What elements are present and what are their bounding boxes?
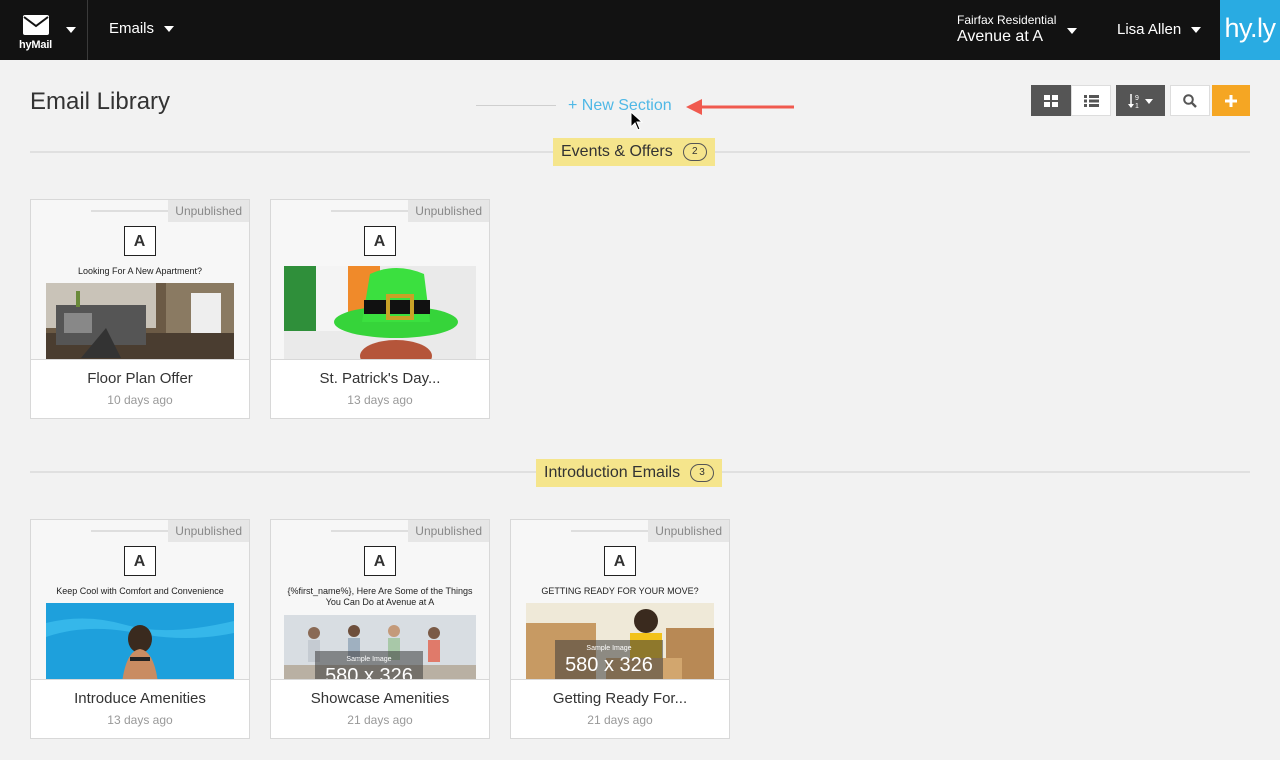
brand-logo[interactable]: hy.ly: [1220, 0, 1280, 60]
email-headline: {%first_name%}, Here Are Some of the Thi…: [287, 586, 473, 607]
card-date: 21 days ago: [347, 713, 413, 727]
chevron-down-icon: [1067, 28, 1077, 34]
search-button[interactable]: [1170, 85, 1210, 116]
email-headline: Keep Cool with Comfort and Convenience: [56, 586, 224, 596]
user-menu[interactable]: Lisa Allen: [1117, 21, 1202, 38]
email-thumbnail: A GETTING READY FOR YOUR MOVE? Sample Im…: [511, 520, 729, 680]
status-badge: Unpublished: [168, 200, 249, 222]
email-card[interactable]: A GETTING READY FOR YOUR MOVE? Sample Im…: [510, 519, 730, 739]
avenue-a-logo: A: [364, 226, 396, 256]
email-headline: GETTING READY FOR YOUR MOVE?: [541, 586, 699, 596]
property-name: Avenue at A: [957, 28, 1043, 45]
svg-text:1: 1: [1135, 103, 1139, 109]
sample-image-label: Sample Image: [586, 645, 632, 652]
card-date: 13 days ago: [347, 393, 413, 407]
card-date: 13 days ago: [107, 713, 173, 727]
add-email-button[interactable]: [1212, 85, 1250, 116]
avenue-a-logo: A: [124, 226, 156, 256]
status-badge: Unpublished: [168, 520, 249, 542]
email-thumbnail: A: [271, 200, 489, 360]
plus-icon: [1225, 94, 1237, 107]
emails-menu[interactable]: Emails: [109, 20, 175, 37]
emails-menu-label: Emails: [109, 20, 155, 37]
leprechaun-hat-image: [284, 266, 476, 359]
property-selector[interactable]: Fairfax Residential Avenue at A: [957, 13, 1077, 46]
grid-view-button[interactable]: [1031, 85, 1071, 116]
org-name: Fairfax Residential: [957, 13, 1057, 27]
sort-button[interactable]: 9 1: [1116, 85, 1165, 116]
avenue-a-logo: A: [604, 546, 636, 576]
section-name: Introduction Emails: [544, 464, 681, 481]
chevron-down-icon: [1191, 27, 1202, 34]
section-header[interactable]: Introduction Emails 3: [536, 459, 723, 487]
status-badge: Unpublished: [408, 200, 489, 222]
card-date: 10 days ago: [107, 393, 173, 407]
status-badge: Unpublished: [648, 520, 729, 542]
card-title: Floor Plan Offer: [87, 370, 193, 387]
avenue-a-logo: A: [124, 546, 156, 576]
email-thumbnail: A Looking For A New Apartment?: [31, 200, 249, 360]
card-title: Showcase Amenities: [310, 690, 450, 707]
list-view-icon: [1083, 94, 1099, 107]
mail-icon: [23, 15, 49, 35]
email-thumbnail: A {%first_name%}, Here Are Some of the T…: [271, 520, 489, 680]
chevron-down-icon: [164, 26, 175, 33]
section-count-badge: 2: [682, 143, 707, 161]
mouse-cursor-icon: [630, 111, 644, 131]
sample-image-size: 580 x 326: [325, 665, 413, 680]
new-section-button[interactable]: + New Section: [568, 97, 672, 115]
email-headline: Looking For A New Apartment?: [77, 266, 203, 276]
sample-image-placeholder: Sample Image 580 x 326: [555, 640, 663, 679]
email-card[interactable]: A Keep Cool with Comfort and Convenience…: [30, 519, 250, 739]
section-count-badge: 3: [690, 464, 715, 482]
top-navbar: hyMail Emails Fairfax Residential Avenue…: [0, 0, 1280, 60]
avenue-a-logo: A: [364, 546, 396, 576]
sort-numeric-icon: 9 1: [1127, 93, 1153, 109]
card-title: St. Patrick's Day...: [319, 370, 441, 387]
section-header[interactable]: Events & Offers 2: [553, 138, 715, 166]
pool-image: [46, 603, 234, 679]
svg-text:9: 9: [1135, 95, 1139, 102]
email-card[interactable]: A Unpublished St. Patrick's Day... 13 da…: [270, 199, 490, 419]
sample-image-placeholder: Sample Image 580 x 326: [315, 651, 423, 680]
sample-image-label: Sample Image: [346, 656, 392, 663]
user-name: Lisa Allen: [1117, 21, 1182, 38]
grid-view-icon: [1044, 94, 1058, 107]
annotation-arrow-icon: [686, 99, 794, 115]
living-room-image: [46, 283, 234, 359]
email-card[interactable]: A Looking For A New Apartment? Unpublish…: [30, 199, 250, 419]
chevron-down-icon: [66, 27, 76, 33]
sample-image-size: 580 x 326: [565, 654, 653, 676]
search-icon: [1183, 93, 1197, 108]
card-title: Introduce Amenities: [74, 690, 206, 707]
status-badge: Unpublished: [408, 520, 489, 542]
card-title: Getting Ready For...: [552, 690, 688, 707]
page-title: Email Library: [30, 88, 171, 115]
section-name: Events & Offers: [561, 143, 673, 160]
card-date: 21 days ago: [587, 713, 653, 727]
app-name: hyMail: [19, 39, 53, 51]
email-card[interactable]: A {%first_name%}, Here Are Some of the T…: [270, 519, 490, 739]
email-thumbnail: A Keep Cool with Comfort and Convenience: [31, 520, 249, 680]
app-switcher[interactable]: hyMail: [0, 0, 88, 60]
list-view-button[interactable]: [1071, 85, 1111, 116]
divider: [476, 105, 556, 106]
